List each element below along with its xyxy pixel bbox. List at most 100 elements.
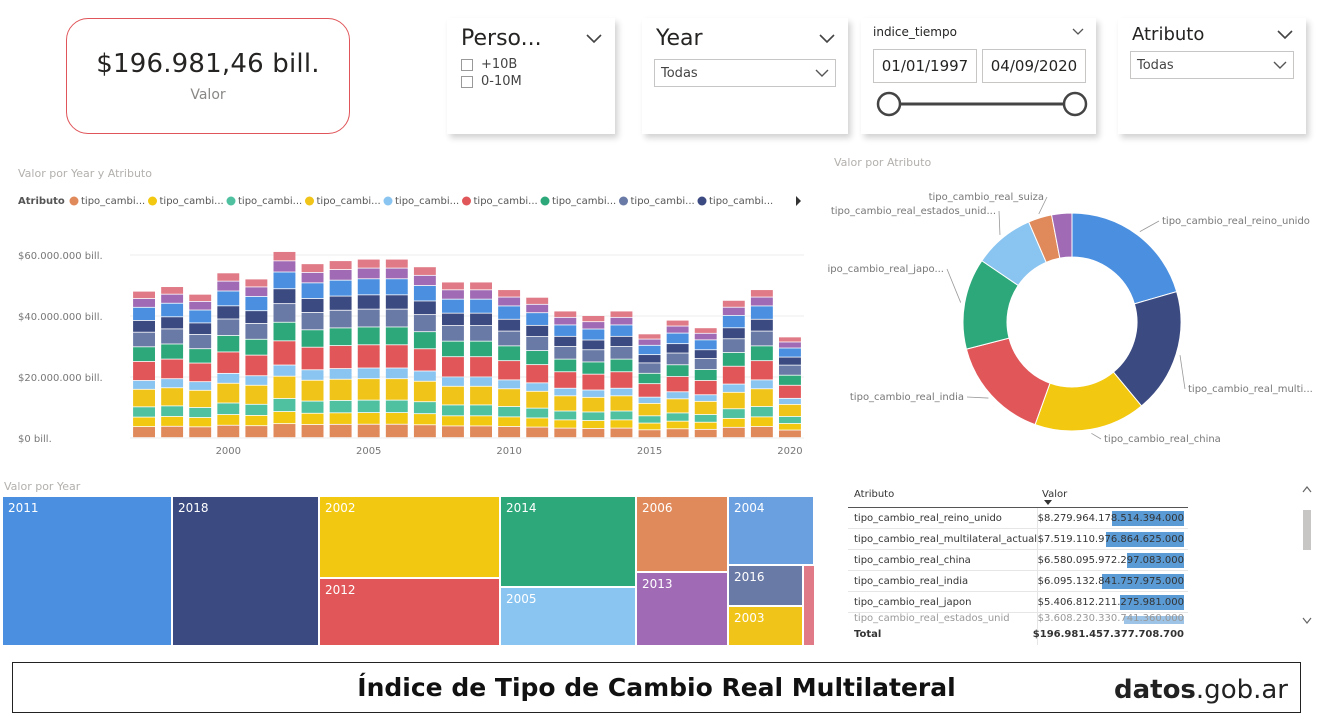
bar-segment [470,416,492,426]
bar-stack-2008[interactable] [442,282,464,438]
treemap-cell-2012[interactable]: 2012 [319,578,500,646]
col-header-valor[interactable]: Valor [1038,482,1188,507]
bar-segment [470,326,492,341]
bar-stack-2011[interactable] [526,297,549,438]
legend-item[interactable]: tipo_cambi... [619,196,695,207]
bar-stack-2009[interactable] [470,282,492,438]
treemap-cell-2013[interactable]: 2013 [636,572,728,646]
chevron-down-icon[interactable] [818,33,836,45]
bar-segment [413,414,436,425]
checkbox[interactable] [461,58,473,71]
table-row[interactable]: tipo_cambio_real_india $6.095.132.841.757… [848,571,1188,592]
bar-stack-2015[interactable] [638,334,661,438]
table-scrollbar[interactable] [1300,482,1314,632]
col-header-atributo[interactable]: Atributo [848,482,1038,507]
table-total-row: Total $196.981.457.377.708.700 [848,624,1188,645]
bar-stack-2003[interactable] [301,264,324,438]
bar-stack-2020[interactable] [779,337,801,438]
table-row[interactable]: tipo_cambio_real_japon $5.406.812.211.275… [848,592,1188,613]
x-tick-label: 2020 [777,446,802,457]
bar-stack-1999[interactable] [189,294,212,438]
bar-stack-2004[interactable] [329,261,352,438]
bar-stack-2014[interactable] [610,311,633,438]
bar-stack-1998[interactable] [161,287,184,438]
svg-text:tipo_cambi...: tipo_cambi... [709,196,773,207]
bar-segment [722,307,745,316]
bar-segment [301,264,324,273]
chevron-down-icon[interactable] [1072,28,1084,36]
bar-stack-2007[interactable] [413,267,436,438]
legend-item[interactable]: tipo_cambi... [69,196,146,207]
bar-segment [582,350,605,362]
bar-segment [498,417,521,427]
checkbox[interactable] [461,75,473,88]
option-10b[interactable]: +10B [461,57,615,72]
bar-segment [470,313,492,326]
bar-stack-1997[interactable] [133,291,155,438]
table-row[interactable]: tipo_cambio_real_reino_unido $8.279.964.1… [848,508,1188,529]
bar-segment [638,334,661,339]
bar-segment [526,351,549,365]
bar-segment [357,309,380,327]
bar-segment [610,411,633,420]
legend-next-icon[interactable] [796,196,801,206]
treemap-cell-2006[interactable]: 2006 [636,496,728,572]
treemap-cell[interactable] [803,565,815,646]
legend-item[interactable]: tipo_cambi... [305,196,381,207]
footer-title: Índice de Tipo de Cambio Real Multilater… [357,673,956,702]
bar-stack-2012[interactable] [554,311,577,438]
bar-stack-2013[interactable] [582,316,605,438]
bar-stack-2001[interactable] [245,279,268,438]
bar-segment [498,380,521,389]
bar-segment [245,311,268,324]
bar-segment [161,329,184,344]
legend-item[interactable]: tipo_cambi... [697,196,774,207]
donut-slice[interactable] [965,337,1051,426]
table-row[interactable]: tipo_cambio_real_multilateral_actual $7.5… [848,529,1188,550]
treemap-cell-2018[interactable]: 2018 [172,496,319,646]
bar-segment [329,400,352,413]
chevron-down-icon[interactable] [585,33,603,45]
option-0-10m[interactable]: 0-10M [461,74,615,89]
treemap-cell-2004[interactable]: 2004 [728,496,814,565]
bar-segment [470,386,492,405]
legend-item[interactable]: tipo_cambi... [462,196,538,207]
start-date-input[interactable]: 01/01/1997 [873,49,977,83]
bar-segment [273,272,296,289]
end-date-input[interactable]: 04/09/2020 [982,49,1086,83]
bar-segment [554,317,577,325]
legend-item[interactable]: tipo_cambi... [226,196,303,207]
date-range-slider[interactable] [861,90,1096,130]
bar-stack-2010[interactable] [498,290,521,438]
treemap-cell-2016[interactable]: 2016 [728,565,803,606]
chevron-down-icon[interactable] [1276,29,1294,41]
treemap-cell-2011[interactable]: 2011 [2,496,172,646]
bar-stack-2005[interactable] [357,259,380,438]
bar-segment [750,306,773,319]
legend-item[interactable]: tipo_cambi... [383,196,460,207]
treemap-cell-2014[interactable]: 2014 [500,496,636,587]
legend-item[interactable]: tipo_cambi... [148,196,224,207]
bar-stack-2006[interactable] [385,259,408,438]
bar-segment [413,402,436,414]
table-row[interactable]: tipo_cambio_real_china $6.580.095.972.297… [848,550,1188,571]
cell-valor: $8.279.964.178.514.394.000 [1038,508,1188,528]
bar-stack-2017[interactable] [694,328,717,438]
legend-item[interactable]: tipo_cambi... [540,196,617,207]
treemap-cell-2002[interactable]: 2002 [319,496,500,578]
svg-text:tipo_cambi...: tipo_cambi... [395,196,459,207]
bar-segment [161,416,184,426]
bar-segment [217,373,240,383]
bar-stack-2019[interactable] [750,290,773,438]
bar-segment [666,326,689,333]
atributo-dropdown[interactable]: Todas [1130,51,1294,79]
bar-stack-2002[interactable] [273,251,296,438]
bar-stack-2000[interactable] [217,273,240,438]
treemap-cell-2005[interactable]: 2005 [500,587,636,646]
donut-slice[interactable] [1071,212,1178,305]
treemap-cell-2003[interactable]: 2003 [728,606,803,646]
year-dropdown[interactable]: Todas [654,59,836,87]
bar-segment [610,317,633,325]
bar-stack-2016[interactable] [666,320,689,438]
bar-stack-2018[interactable] [722,300,745,438]
